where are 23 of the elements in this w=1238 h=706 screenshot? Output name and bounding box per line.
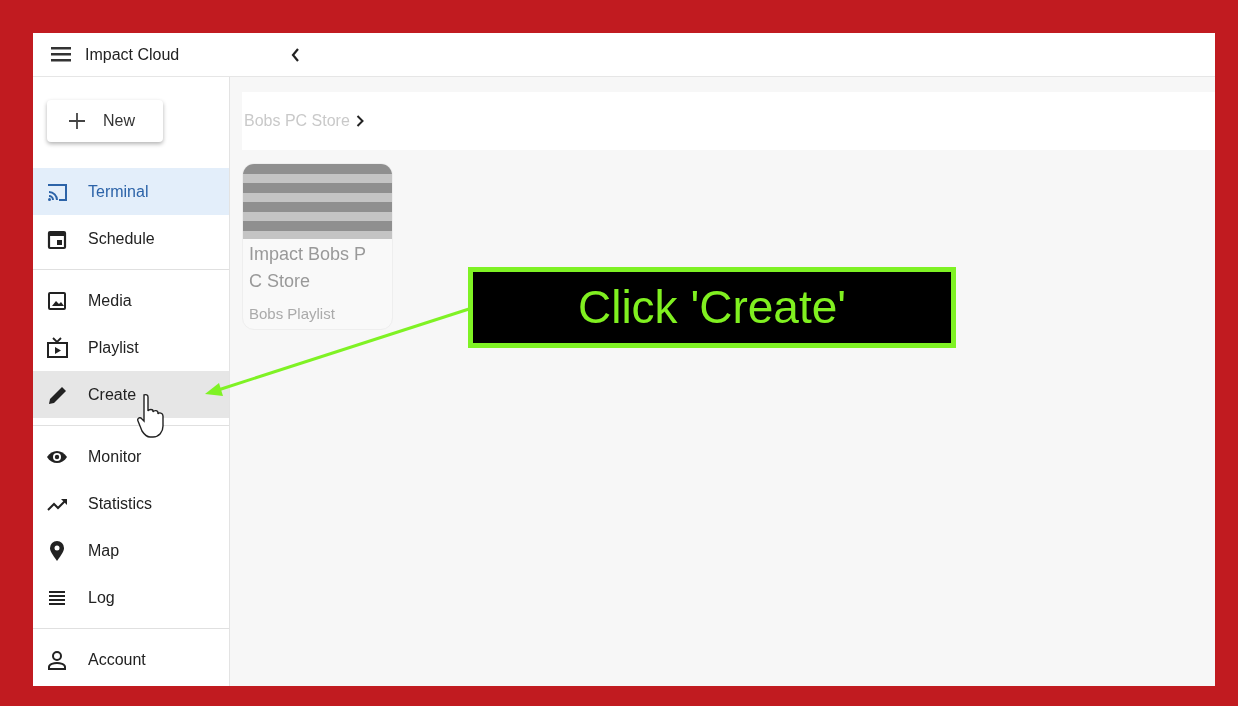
sidebar-item[interactable]: Account [33,636,229,683]
app-title: Impact Cloud [85,44,180,65]
callout-label: Click 'Create' [468,267,956,348]
card-subtitle: Bobs Playlist [248,304,336,324]
chevron-right-icon [355,115,364,127]
sidebar-item[interactable]: Statistics [33,480,229,527]
menu-icon[interactable] [51,47,71,62]
sidebar-item[interactable]: Schedule [33,215,229,262]
new-button[interactable]: New [47,100,163,142]
sidebar-item[interactable]: Monitor [33,433,229,480]
chevron-left-icon[interactable] [291,47,301,62]
image-icon [46,289,68,312]
sidebar-item[interactable]: Map [33,527,229,574]
plus-icon [69,113,85,129]
hand-cursor-icon [137,393,167,439]
sidebar-item[interactable]: Create [33,371,229,418]
sidebar-item[interactable]: Terminal [33,168,229,215]
sidebar-item[interactable]: Playlist [33,324,229,371]
card-title: Impact Bobs PC Store [248,243,368,293]
person-icon [46,648,68,671]
sidebar-item[interactable]: Media [33,277,229,324]
tv-play-icon [46,336,68,359]
sidebar-item[interactable]: Log [33,574,229,621]
